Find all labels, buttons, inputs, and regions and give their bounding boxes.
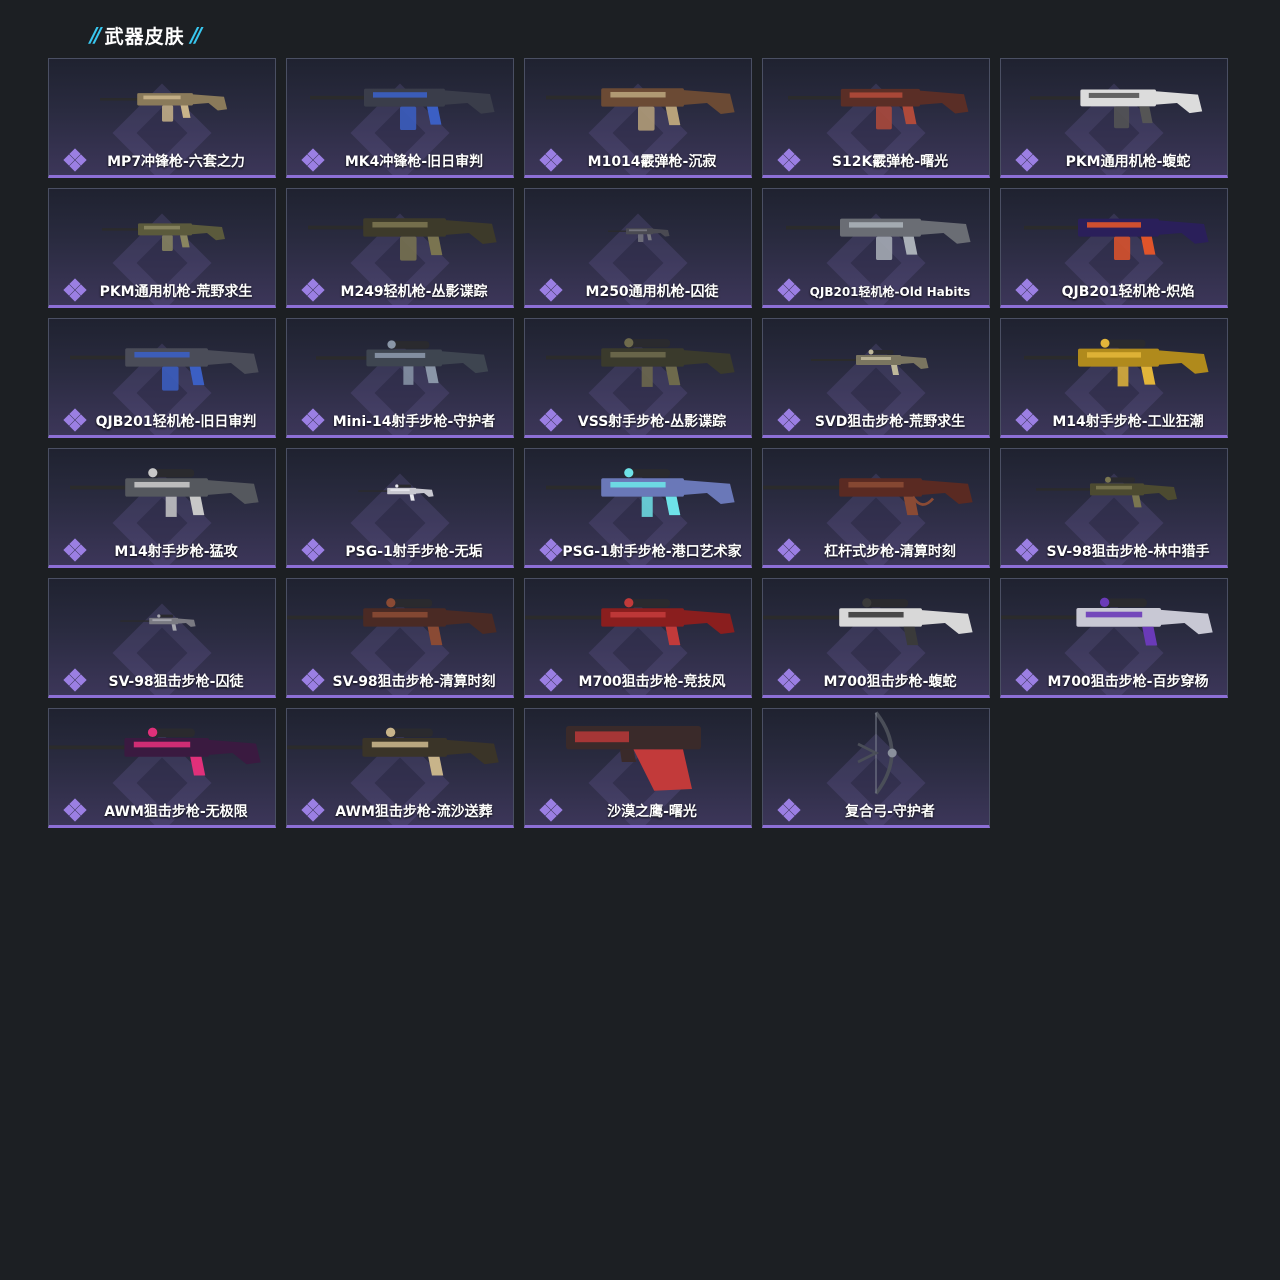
smg-icon — [100, 93, 228, 122]
skin-name: 杠杆式步枪-清算时刻 — [824, 544, 956, 560]
rifle-icon — [316, 340, 489, 385]
skin-card[interactable]: M249轻机枪-丛影谍踪 — [286, 188, 514, 308]
skin-card[interactable]: PKM通用机枪-蝮蛇 — [1000, 58, 1228, 178]
skin-card[interactable]: SV-98狙击步枪-清算时刻 — [286, 578, 514, 698]
shotgun-icon — [788, 88, 969, 130]
skin-card[interactable]: S12K霰弹枪-曙光 — [762, 58, 990, 178]
skin-card[interactable]: SV-98狙击步枪-囚徒 — [48, 578, 276, 698]
skin-card[interactable]: MK4冲锋枪-旧日审判 — [286, 58, 514, 178]
skin-card[interactable]: M700狙击步枪-竞技风 — [524, 578, 752, 698]
smg-icon — [310, 88, 495, 130]
skin-card[interactable]: M14射手步枪-猛攻 — [48, 448, 276, 568]
rifle-icon — [70, 468, 259, 517]
sniper-icon — [49, 727, 261, 776]
section-title: // 武器皮肤 // — [90, 22, 202, 48]
skin-name: AWM狙击步枪-流沙送葬 — [335, 804, 493, 820]
sniper-icon — [525, 598, 735, 646]
skin-name: M14射手步枪-猛攻 — [114, 544, 238, 560]
skin-card[interactable]: VSS射手步枪-丛影谍踪 — [524, 318, 752, 438]
skin-card[interactable]: 杠杆式步枪-清算时刻 — [762, 448, 990, 568]
skin-name: VSS射手步枪-丛影谍踪 — [577, 414, 727, 430]
skin-name: SV-98狙击步枪-囚徒 — [108, 674, 244, 690]
pistol-icon — [566, 726, 701, 791]
bow-icon — [857, 711, 897, 795]
skin-card[interactable]: QJB201轻机枪-旧日审判 — [48, 318, 276, 438]
skin-card[interactable]: 复合弓-守护者 — [762, 708, 990, 828]
machinegun-icon — [1024, 218, 1209, 260]
skin-card[interactable]: PSG-1射手步枪-港口艺术家 — [524, 448, 752, 568]
skin-card[interactable]: AWM狙击步枪-无极限 — [48, 708, 276, 828]
skin-card[interactable]: QJB201轻机枪-Old Habits — [762, 188, 990, 308]
sniper-icon — [120, 614, 196, 631]
sniper-icon — [287, 727, 499, 776]
section-title-text: 武器皮肤 — [104, 25, 185, 48]
skin-card[interactable]: M1014霰弹枪-沉寂 — [524, 58, 752, 178]
skin-card[interactable]: QJB201轻机枪-炽焰 — [1000, 188, 1228, 308]
skin-name: Mini-14射手步枪-守护者 — [332, 414, 496, 430]
title-decoration-right: // — [190, 23, 202, 47]
skin-card[interactable]: 沙漠之鹰-曙光 — [524, 708, 752, 828]
shotgun-icon — [546, 88, 735, 131]
lever-rifle-icon — [763, 478, 973, 516]
skin-card[interactable]: SVD狙击步枪-荒野求生 — [762, 318, 990, 438]
sniper-icon — [287, 598, 497, 646]
skin-name: PKM通用机枪-荒野求生 — [99, 284, 253, 300]
sniper-icon — [1036, 476, 1177, 508]
skin-name: QJB201轻机枪-Old Habits — [809, 284, 971, 299]
skin-name: SV-98狙击步枪-林中猎手 — [1046, 544, 1210, 560]
skin-name: M700狙击步枪-百步穿杨 — [1047, 674, 1209, 690]
skin-card[interactable]: M14射手步枪-工业狂潮 — [1000, 318, 1228, 438]
skin-card[interactable]: Mini-14射手步枪-守护者 — [286, 318, 514, 438]
sniper-icon — [358, 484, 434, 501]
skin-name: M14射手步枪-工业狂潮 — [1052, 414, 1204, 430]
skin-name: QJB201轻机枪-炽焰 — [1061, 284, 1195, 300]
machinegun-icon — [1030, 89, 1203, 129]
skin-card[interactable]: M700狙击步枪-蝮蛇 — [762, 578, 990, 698]
skin-name: QJB201轻机枪-旧日审判 — [95, 414, 257, 430]
skin-card[interactable]: AWM狙击步枪-流沙送葬 — [286, 708, 514, 828]
sniper-icon — [763, 598, 973, 646]
skin-name: M700狙击步枪-蝮蛇 — [823, 674, 957, 690]
rifle-icon — [1024, 338, 1209, 387]
skin-name: M250通用机枪-囚徒 — [585, 284, 719, 300]
skin-card[interactable]: M250通用机枪-囚徒 — [524, 188, 752, 308]
skin-card[interactable]: M700狙击步枪-百步穿杨 — [1000, 578, 1228, 698]
skin-card[interactable]: PSG-1射手步枪-无垢 — [286, 448, 514, 568]
sniper-icon — [811, 349, 929, 375]
skin-name: PSG-1射手步枪-无垢 — [345, 544, 483, 560]
skin-name: SVD狙击步枪-荒野求生 — [814, 414, 966, 430]
machinegun-icon — [608, 228, 670, 242]
skin-card[interactable]: PKM通用机枪-荒野求生 — [48, 188, 276, 308]
skin-name: MK4冲锋枪-旧日审判 — [344, 154, 484, 170]
skin-name: MP7冲锋枪-六套之力 — [107, 154, 245, 170]
skin-name: 复合弓-守护者 — [845, 804, 935, 820]
skin-name: S12K霰弹枪-曙光 — [831, 154, 949, 170]
skin-name: SV-98狙击步枪-清算时刻 — [332, 674, 496, 690]
skin-card[interactable]: SV-98狙击步枪-林中猎手 — [1000, 448, 1228, 568]
skin-name: AWM狙击步枪-无极限 — [104, 804, 248, 820]
skin-name: M700狙击步枪-竞技风 — [578, 674, 726, 690]
machinegun-icon — [102, 223, 225, 251]
machinegun-icon — [70, 348, 259, 391]
rifle-icon — [546, 338, 735, 387]
skin-name: M249轻机枪-丛影谍踪 — [340, 284, 488, 300]
skin-name: 沙漠之鹰-曙光 — [607, 804, 697, 820]
skin-name: M1014霰弹枪-沉寂 — [587, 154, 717, 170]
machinegun-icon — [308, 218, 497, 261]
title-decoration-left: // — [90, 23, 101, 47]
skin-name: PSG-1射手步枪-港口艺术家 — [562, 544, 742, 560]
rifle-icon — [546, 468, 735, 517]
skin-name: PKM通用机枪-蝮蛇 — [1065, 154, 1191, 170]
sniper-icon — [1001, 597, 1213, 646]
skin-card[interactable]: MP7冲锋枪-六套之力 — [48, 58, 276, 178]
machinegun-icon — [786, 218, 971, 260]
